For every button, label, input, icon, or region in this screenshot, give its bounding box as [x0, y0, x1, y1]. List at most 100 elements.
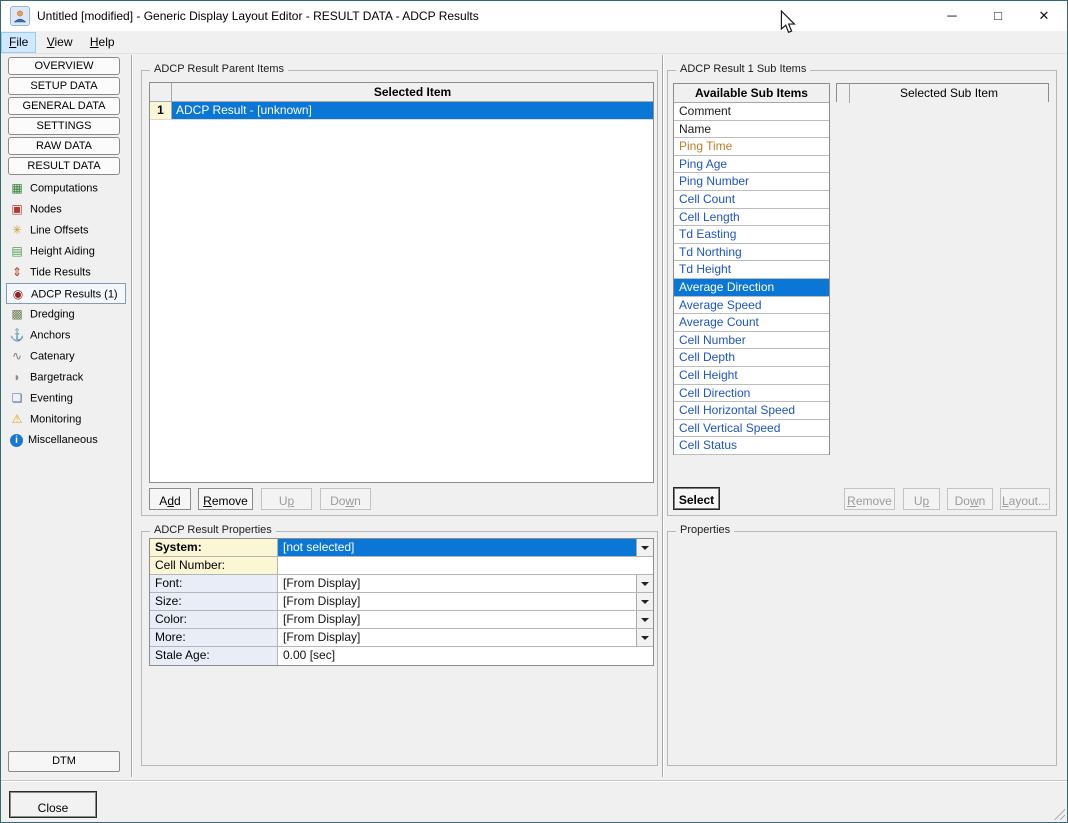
sidebar-item-bargetrack[interactable]: ◗Bargetrack — [6, 367, 126, 388]
property-row-size: Size: [From Display] — [150, 593, 653, 611]
layout-button[interactable]: Layout... — [1000, 488, 1050, 510]
bargetrack-icon: ◗ — [9, 367, 25, 388]
resize-grip[interactable] — [1051, 806, 1065, 820]
catenary-icon: ∿ — [9, 346, 25, 367]
sidebar-item-miscellaneous[interactable]: iMiscellaneous — [6, 430, 126, 451]
list-item[interactable]: Average Speed — [674, 297, 829, 315]
mouse-cursor — [780, 10, 798, 36]
down-button[interactable]: Down — [320, 488, 371, 510]
sidebar-item-overview[interactable]: OVERVIEW — [8, 57, 120, 75]
sidebar-item-anchors[interactable]: ⚓Anchors — [6, 325, 126, 346]
menu-help[interactable]: Help — [83, 32, 122, 53]
sidebar-item-height-aiding[interactable]: ▤Height Aiding — [6, 241, 126, 262]
up-sub-button[interactable]: Up — [903, 488, 940, 510]
list-item[interactable]: Td Easting — [674, 226, 829, 244]
list-item[interactable]: Cell Direction — [674, 385, 829, 403]
maximize-button[interactable]: □ — [975, 1, 1021, 31]
list-item[interactable]: Cell Length — [674, 209, 829, 227]
sidebar-item-raw-data[interactable]: RAW DATA — [8, 137, 120, 155]
list-item[interactable]: Comment — [674, 103, 829, 121]
list-item-selected[interactable]: Average Direction — [674, 279, 829, 297]
chevron-down-icon[interactable] — [636, 539, 653, 556]
sidebar-item-tide-results[interactable]: ⇕Tide Results — [6, 262, 126, 283]
size-dropdown[interactable]: [From Display] — [278, 593, 653, 610]
table-row[interactable]: 1 ADCP Result - [unknown] — [150, 102, 653, 120]
parent-item-cell[interactable]: ADCP Result - [unknown] — [172, 102, 653, 119]
tide-results-icon: ⇕ — [9, 262, 25, 283]
select-button[interactable]: Select — [673, 487, 720, 510]
row-number-cell: 1 — [150, 102, 172, 119]
property-row-color: Color: [From Display] — [150, 611, 653, 629]
close-button[interactable]: Close — [9, 791, 97, 818]
menu-view[interactable]: View — [40, 32, 80, 53]
adcp-results-icon: ◉ — [10, 284, 26, 305]
height-aiding-icon: ▤ — [9, 241, 25, 262]
font-dropdown[interactable]: [From Display] — [278, 575, 653, 592]
list-item[interactable]: Cell Count — [674, 191, 829, 209]
list-item[interactable]: Name — [674, 121, 829, 139]
properties-group-label: Properties — [676, 524, 734, 536]
minimize-button[interactable]: ─ — [929, 1, 975, 31]
sidebar-item-computations[interactable]: ▦Computations — [6, 178, 126, 199]
footer-divider-highlight — [1, 781, 1067, 782]
list-item[interactable]: Cell Horizontal Speed — [674, 402, 829, 420]
property-row-cell-number: Cell Number: — [150, 557, 653, 575]
chevron-down-icon[interactable] — [636, 629, 653, 646]
info-icon: i — [10, 434, 23, 447]
down-sub-button[interactable]: Down — [947, 488, 993, 510]
more-dropdown[interactable]: [From Display] — [278, 629, 653, 646]
property-row-system: System: [not selected] — [150, 539, 653, 557]
property-row-more: More: [From Display] — [150, 629, 653, 647]
sidebar-item-line-offsets[interactable]: ✳Line Offsets — [6, 220, 126, 241]
list-item[interactable]: Cell Number — [674, 332, 829, 350]
nodes-icon: ▣ — [9, 199, 25, 220]
list-item[interactable]: Cell Vertical Speed — [674, 420, 829, 438]
sidebar-divider-highlight — [132, 55, 133, 777]
list-item[interactable]: Ping Age — [674, 156, 829, 174]
menu-bar: File View Help — [1, 31, 1067, 54]
chevron-down-icon[interactable] — [636, 611, 653, 628]
add-button[interactable]: Add — [149, 488, 191, 510]
list-item[interactable]: Cell Status — [674, 437, 829, 455]
sidebar-item-settings[interactable]: SETTINGS — [8, 117, 120, 135]
anchors-icon: ⚓ — [9, 325, 25, 346]
stale-age-field[interactable]: 0.00 [sec] — [278, 647, 653, 665]
sidebar-item-nodes[interactable]: ▣Nodes — [6, 199, 126, 220]
panel-divider-highlight — [663, 55, 664, 777]
cell-number-field[interactable] — [278, 557, 653, 574]
sidebar-item-result-data[interactable]: RESULT DATA — [8, 157, 120, 175]
sidebar-item-eventing[interactable]: ❏Eventing — [6, 388, 126, 409]
eventing-icon: ❏ — [9, 388, 25, 409]
list-item[interactable]: Ping Number — [674, 173, 829, 191]
list-item[interactable]: Td Height — [674, 261, 829, 279]
list-item[interactable]: Td Northing — [674, 244, 829, 262]
chevron-down-icon[interactable] — [636, 593, 653, 610]
system-dropdown[interactable]: [not selected] — [278, 539, 653, 556]
menu-file[interactable]: File — [1, 32, 36, 53]
list-item[interactable]: Ping Time — [674, 138, 829, 156]
up-button[interactable]: Up — [261, 488, 312, 510]
list-item[interactable]: Average Count — [674, 314, 829, 332]
computations-icon: ▦ — [9, 178, 25, 199]
color-dropdown[interactable]: [From Display] — [278, 611, 653, 628]
sidebar-item-catenary[interactable]: ∿Catenary — [6, 346, 126, 367]
sidebar-item-setup-data[interactable]: SETUP DATA — [8, 77, 120, 95]
row-number-header — [150, 83, 172, 101]
sidebar-item-adcp-results[interactable]: ◉ADCP Results (1) — [6, 283, 126, 304]
close-window-button[interactable]: ✕ — [1021, 1, 1067, 31]
chevron-down-icon[interactable] — [636, 575, 653, 592]
sidebar-item-dredging[interactable]: ▩Dredging — [6, 304, 126, 325]
list-item[interactable]: Cell Height — [674, 367, 829, 385]
sub-items-group-label: ADCP Result 1 Sub Items — [676, 63, 810, 75]
sidebar-item-general-data[interactable]: GENERAL DATA — [8, 97, 120, 115]
selected-sub-item-header-row: Selected Sub Item — [837, 84, 1048, 103]
remove-button[interactable]: Remove — [198, 488, 253, 510]
dtm-button[interactable]: DTM — [8, 751, 120, 772]
window-title: Untitled [modified] - Generic Display La… — [37, 9, 479, 23]
row-number-header — [837, 84, 850, 103]
selected-sub-item-table: Selected Sub Item — [836, 83, 1049, 102]
list-item[interactable]: Cell Depth — [674, 349, 829, 367]
sidebar-item-monitoring[interactable]: ⚠Monitoring — [6, 409, 126, 430]
selected-item-header: Selected Item — [172, 83, 653, 101]
remove-sub-button[interactable]: Remove — [844, 488, 895, 510]
